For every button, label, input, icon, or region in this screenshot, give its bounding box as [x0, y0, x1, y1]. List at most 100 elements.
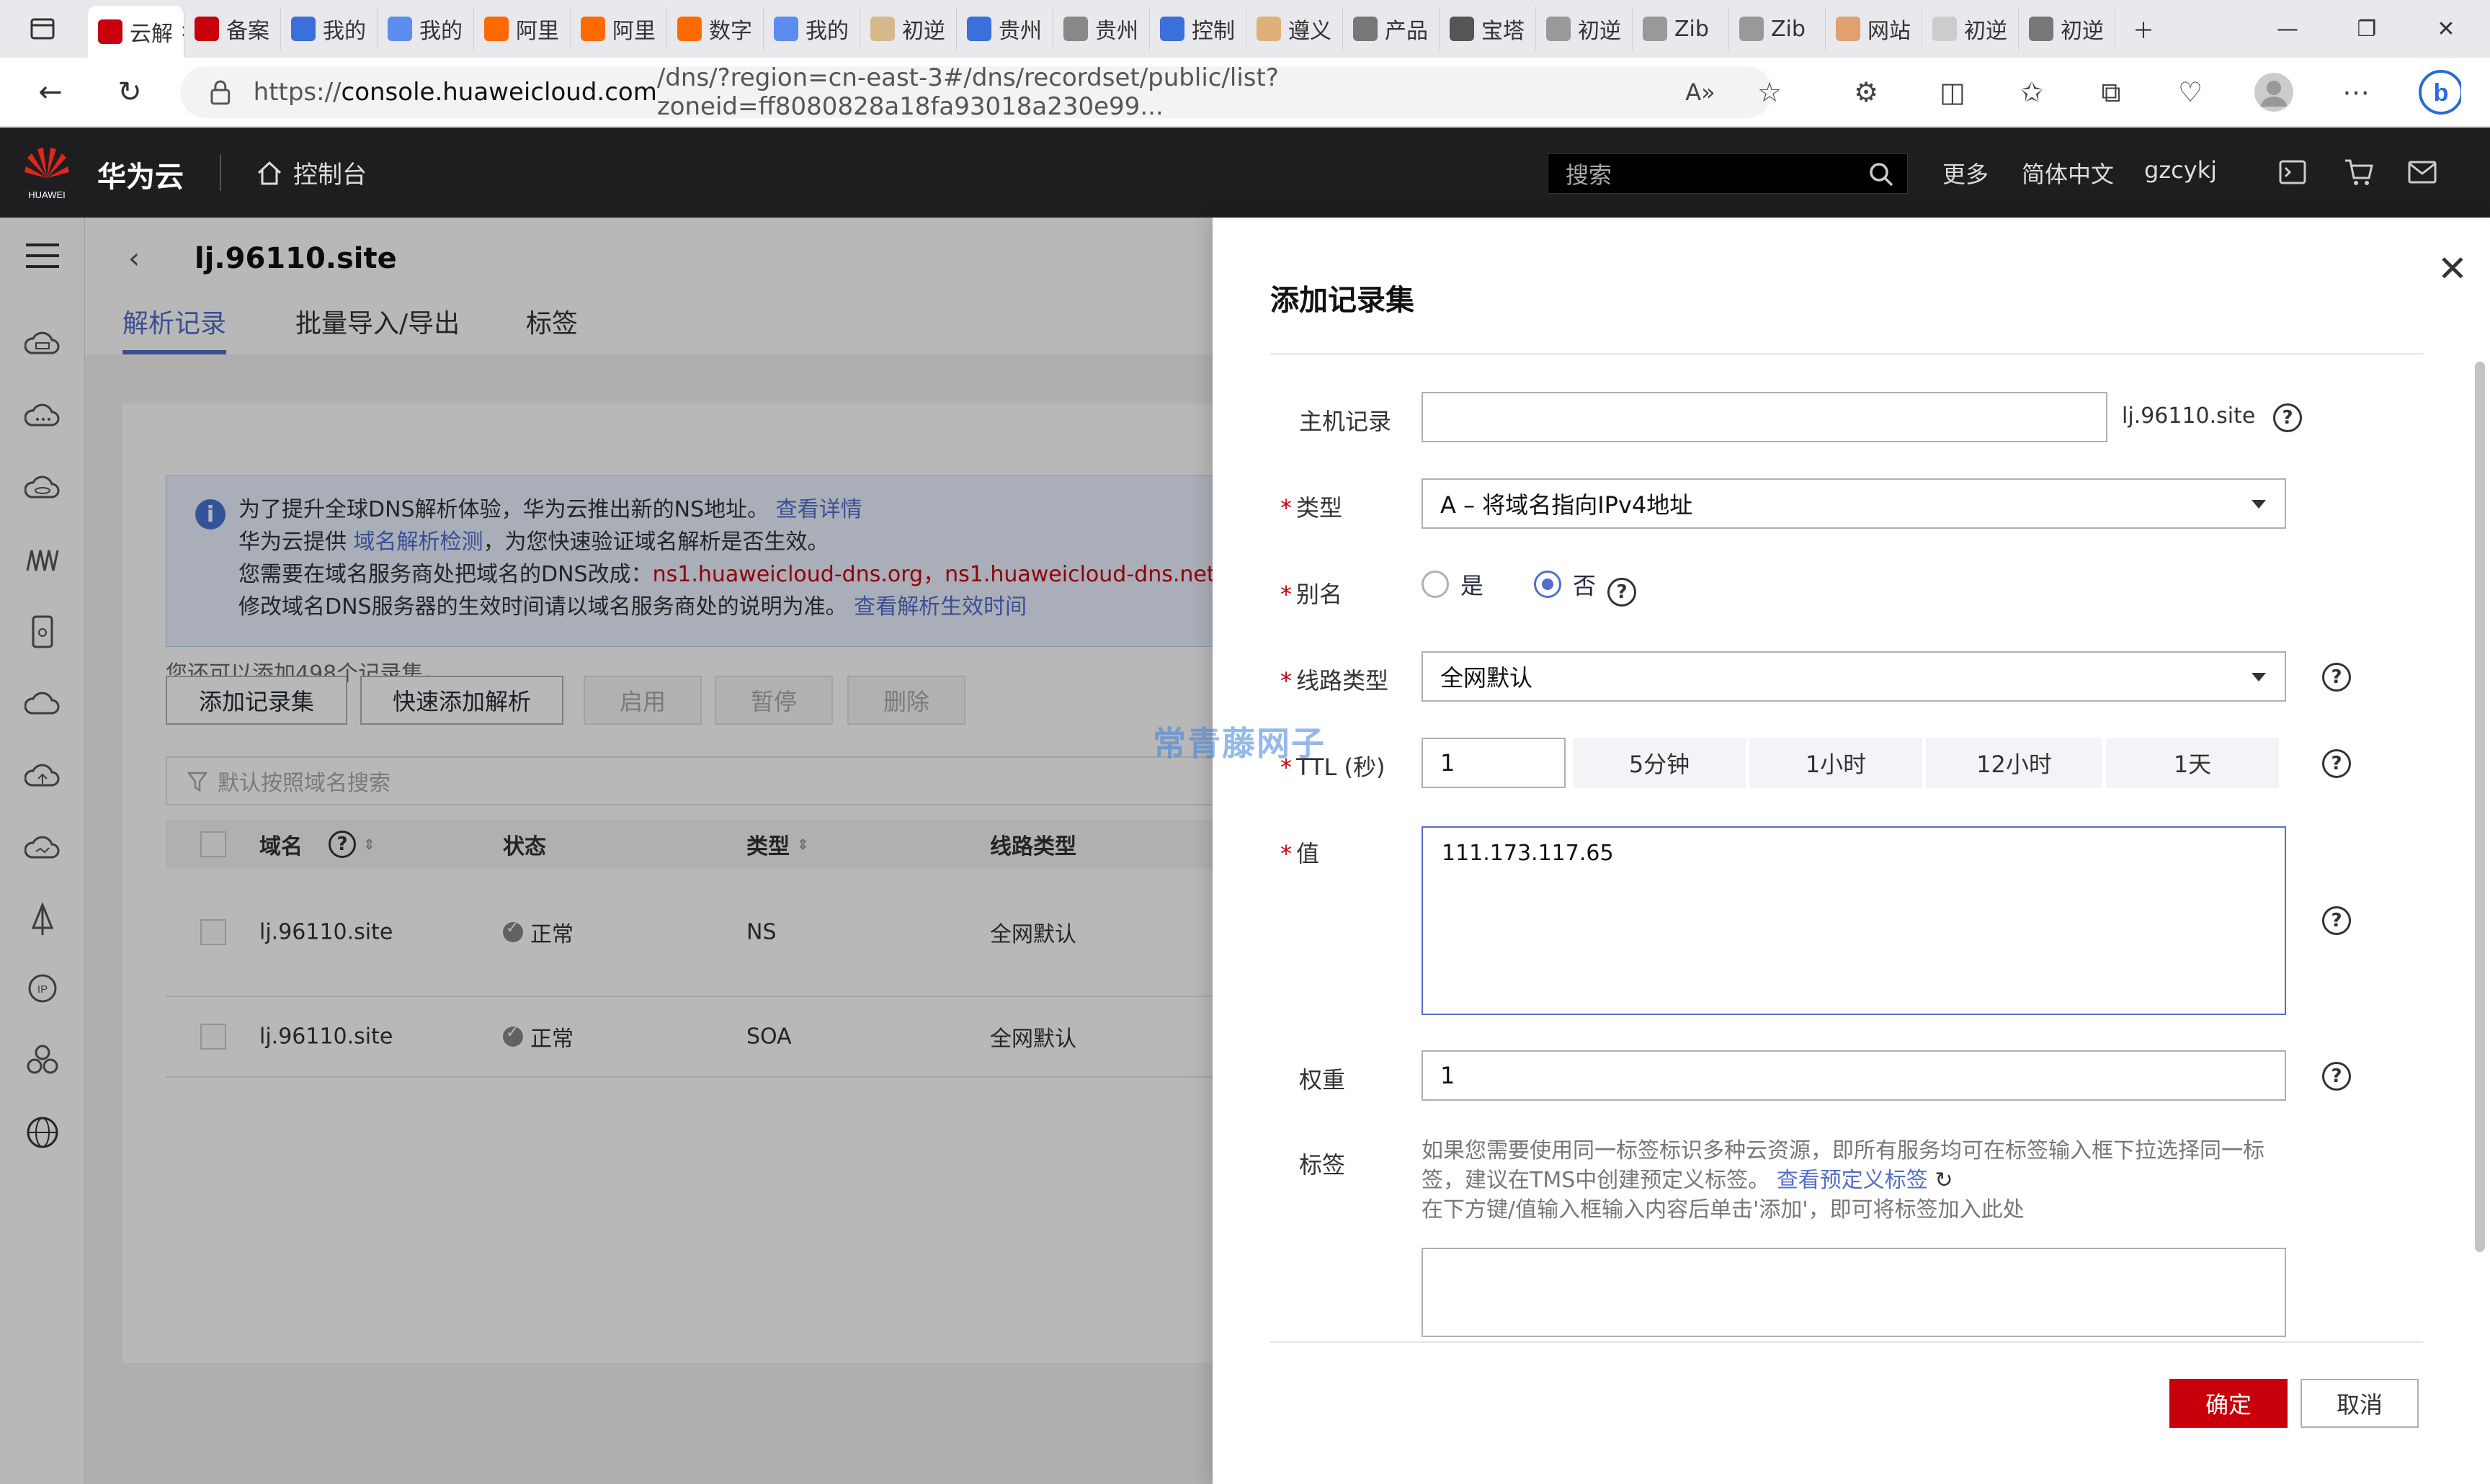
tab-label: 贵州 — [1095, 19, 1138, 44]
more-menu-icon[interactable]: ⋯ — [2334, 71, 2378, 114]
tab-label: 初逆 — [902, 19, 945, 44]
line-value: 全网默认 — [1440, 664, 1533, 692]
browser-tab[interactable]: 备案 — [184, 7, 281, 50]
browser-tab[interactable]: 我的 — [764, 7, 860, 50]
svg-text:b: b — [2434, 79, 2449, 107]
lock-icon — [210, 80, 231, 105]
new-tab-button[interactable]: ＋ — [2111, 7, 2176, 50]
reload-icon[interactable]: ↻ — [108, 71, 151, 114]
close-icon[interactable]: ✕ — [2437, 248, 2468, 290]
predefined-tags-link[interactable]: 查看预定义标签 — [1777, 1168, 1928, 1193]
browser-tab[interactable]: 阿里 — [571, 7, 667, 50]
maximize-button[interactable]: ❐ — [2334, 7, 2399, 50]
ttl-5min-button[interactable]: 5分钟 — [1573, 738, 1746, 788]
required-mark: * — [1280, 667, 1292, 694]
tag-input-area[interactable] — [1422, 1248, 2286, 1337]
help-icon[interactable]: ? — [2322, 1062, 2351, 1091]
collections-icon[interactable]: ⧉ — [2089, 71, 2133, 114]
tab-favicon-icon — [677, 17, 702, 41]
help-icon[interactable]: ? — [2322, 749, 2351, 778]
browser-tab[interactable]: 我的 — [378, 7, 474, 50]
browser-toolbar: ← ↻ https://console.huaweicloud.com/dns/… — [0, 58, 2490, 127]
browser-tab[interactable]: 遵义 — [1246, 7, 1343, 50]
tab-favicon-icon — [774, 17, 798, 41]
browser-tab[interactable]: 初逆 — [1922, 7, 2019, 50]
cloud-shell-icon[interactable] — [2277, 156, 2308, 188]
svg-text:HUAWEI: HUAWEI — [28, 189, 66, 200]
ttl-input[interactable]: 1 — [1422, 738, 1566, 788]
tab-label: 阿里 — [612, 19, 656, 44]
browser-tab[interactable]: 阿里 — [474, 7, 571, 50]
extensions-icon[interactable]: ⚙ — [1844, 71, 1888, 114]
minimize-button[interactable]: — — [2255, 7, 2320, 50]
browser-tab[interactable]: 初逆 — [860, 7, 957, 50]
help-icon[interactable]: ? — [2322, 663, 2351, 692]
browser-tab[interactable]: Zib — [1633, 7, 1729, 50]
alias-yes-radio[interactable] — [1422, 571, 1449, 598]
url-bar[interactable]: https://console.huaweicloud.com/dns/?reg… — [180, 63, 1772, 121]
browser-tab[interactable]: 宝塔 — [1440, 7, 1536, 50]
copilot-icon[interactable]: b — [2418, 70, 2461, 115]
browser-tab[interactable]: 云解✕ — [88, 6, 184, 58]
browser-tab[interactable]: 网站 — [1826, 7, 1922, 50]
type-select[interactable]: A – 将域名指向IPv4地址 — [1422, 478, 2286, 529]
browser-tab[interactable]: 数字 — [667, 7, 764, 50]
favorite-star-icon[interactable]: ☆ — [1748, 71, 1791, 114]
message-icon[interactable] — [2406, 156, 2438, 188]
back-icon[interactable]: ← — [29, 71, 72, 114]
favorites-icon[interactable]: ✩ — [2010, 71, 2053, 114]
ttl-1hour-button[interactable]: 1小时 — [1749, 738, 1922, 788]
drawer-divider — [1270, 353, 2423, 354]
user-menu[interactable]: gzcykj — [2144, 156, 2217, 184]
read-aloud-icon[interactable]: A» — [1679, 71, 1722, 114]
tab-favicon-icon — [195, 17, 219, 41]
help-icon[interactable]: ? — [2273, 403, 2302, 432]
browser-tab[interactable]: 我的 — [281, 7, 378, 50]
tab-favicon-icon — [1353, 17, 1378, 41]
drawer-scrollbar[interactable] — [2475, 362, 2485, 1252]
performance-icon[interactable]: ♡ — [2169, 71, 2212, 114]
tab-label: Zib — [1674, 16, 1709, 42]
required-mark: * — [1280, 581, 1292, 608]
tab-favicon-icon — [484, 17, 509, 41]
host-record-input[interactable] — [1422, 392, 2107, 442]
host-suffix: lj.96110.site — [2122, 403, 2256, 429]
brand-name[interactable]: 华为云 — [97, 153, 184, 195]
help-icon[interactable]: ? — [1607, 578, 1636, 607]
more-menu[interactable]: 更多 — [1942, 156, 1989, 189]
value-textarea[interactable]: 111.173.117.65 — [1422, 826, 2286, 1015]
home-icon — [257, 161, 282, 184]
profile-avatar[interactable] — [2252, 71, 2295, 114]
line-select[interactable]: 全网默认 — [1422, 651, 2286, 702]
split-screen-icon[interactable]: ◫ — [1931, 71, 1974, 114]
type-value: A – 将域名指向IPv4地址 — [1440, 491, 1693, 519]
browser-tab[interactable]: 贵州 — [1053, 7, 1150, 50]
search-icon[interactable] — [1868, 161, 1894, 187]
language-selector[interactable]: 简体中文 — [2022, 156, 2114, 189]
tab-favicon-icon — [1932, 17, 1957, 41]
ttl-12hour-button[interactable]: 12小时 — [1926, 738, 2102, 788]
browser-tab[interactable]: 控制 — [1150, 7, 1246, 50]
browser-tab[interactable]: 初逆 — [1536, 7, 1633, 50]
confirm-button[interactable]: 确定 — [2169, 1379, 2288, 1428]
huawei-logo[interactable]: HUAWEI — [22, 143, 72, 202]
window-close-button[interactable]: ✕ — [2414, 7, 2478, 50]
alias-no-radio[interactable] — [1534, 571, 1562, 598]
console-link[interactable]: 控制台 — [256, 155, 367, 190]
browser-tab[interactable]: Zib — [1729, 7, 1826, 50]
help-icon[interactable]: ? — [2322, 906, 2351, 935]
global-search-input[interactable]: 搜索 — [1548, 153, 1908, 194]
refresh-icon[interactable]: ↻ — [1935, 1168, 1953, 1193]
modal-overlay[interactable] — [0, 218, 1213, 1484]
cancel-button[interactable]: 取消 — [2301, 1379, 2419, 1428]
browser-tab[interactable]: 初逆 — [2019, 7, 2115, 50]
tab-actions-icon[interactable] — [10, 7, 75, 50]
tag-note-line3: 在下方键/值输入框输入内容后单击'添加'，即可将标签加入此处 — [1422, 1197, 2025, 1222]
browser-tab[interactable]: 产品 — [1343, 7, 1440, 50]
tab-favicon-icon — [1546, 17, 1571, 41]
cart-icon[interactable] — [2343, 156, 2375, 188]
weight-input[interactable]: 1 — [1422, 1050, 2286, 1101]
ttl-1day-button[interactable]: 1天 — [2106, 738, 2279, 788]
alias-label: 别名 — [1296, 581, 1343, 608]
browser-tab[interactable]: 贵州 — [957, 7, 1053, 50]
